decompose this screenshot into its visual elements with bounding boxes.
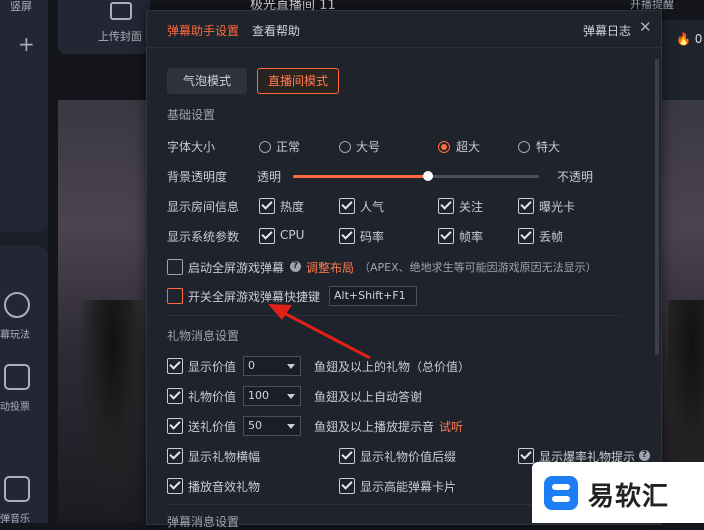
send-value-select[interactable]: 50 — [243, 416, 301, 436]
cpu-label: CPU — [280, 228, 305, 242]
room-info-label: 显示房间信息 — [167, 200, 240, 214]
show-value-label: 显示价值 — [188, 360, 237, 374]
side-item-vote[interactable]: 动投票 — [0, 398, 30, 413]
fullscreen-danmu-label: 启动全屏游戏弹幕 — [188, 261, 285, 275]
font-normal-radio[interactable] — [259, 141, 271, 153]
music-icon[interactable] — [4, 476, 30, 502]
portrait-label[interactable]: 竖屏 — [10, 0, 32, 14]
watermark-logo: 易软汇 — [532, 462, 704, 523]
dialog-header: 弹幕助手设置 查看帮助 弹幕日志 ✕ — [147, 11, 661, 48]
font-normal-label: 正常 — [276, 140, 301, 154]
opacity-min-label: 透明 — [257, 170, 282, 184]
popularity-label: 人气 — [360, 200, 385, 214]
exposure-card-label: 曝光卡 — [539, 200, 576, 214]
danmu-assistant-dialog: 弹幕助手设置 查看帮助 弹幕日志 ✕ 气泡模式 直播间模式 基础设置 字体大小 … — [146, 10, 662, 529]
fullscreen-danmu-checkbox[interactable] — [167, 259, 183, 275]
section-divider — [167, 315, 621, 316]
framerate-label: 帧率 — [459, 230, 484, 244]
heat-checkbox[interactable] — [259, 198, 275, 214]
gift-value-checkbox[interactable] — [167, 388, 183, 404]
gift-banner-label: 显示礼物横幅 — [188, 450, 261, 464]
framerate-checkbox[interactable] — [438, 228, 454, 244]
send-value-selected: 50 — [248, 419, 262, 432]
gift-banner-checkbox[interactable] — [167, 448, 183, 464]
gift-value-suffix: 鱼翅及以上自动答谢 — [314, 390, 423, 404]
high-energy-card-checkbox[interactable] — [339, 478, 355, 494]
font-large-radio[interactable] — [339, 141, 351, 153]
live-room-mode-button[interactable]: 直播间模式 — [257, 68, 339, 94]
hotkey-input[interactable]: Alt+Shift+F1 — [329, 286, 417, 306]
sound-gift-checkbox[interactable] — [167, 478, 183, 494]
basic-settings-title: 基础设置 — [167, 108, 216, 122]
opacity-slider-handle[interactable] — [423, 171, 434, 181]
chevron-down-icon — [287, 424, 295, 429]
bitrate-checkbox[interactable] — [339, 228, 355, 244]
chevron-down-icon — [287, 364, 295, 369]
help-icon[interactable]: ? — [639, 450, 650, 461]
tab-settings[interactable]: 弹幕助手设置 — [167, 22, 239, 39]
danmu-log-link[interactable]: 弹幕日志 — [583, 22, 631, 39]
send-value-suffix: 鱼翅及以上播放提示音 — [314, 420, 435, 434]
exposure-card-checkbox[interactable] — [518, 198, 534, 214]
dropped-frames-checkbox[interactable] — [518, 228, 534, 244]
figure-left — [78, 300, 148, 520]
heat-count: 🔥 0 — [676, 32, 703, 46]
dropped-frames-label: 丢帧 — [539, 230, 564, 244]
bitrate-label: 码率 — [360, 230, 385, 244]
chevron-down-icon — [287, 394, 295, 399]
font-xxlarge-radio[interactable] — [518, 141, 530, 153]
send-value-label: 送礼价值 — [188, 420, 237, 434]
high-energy-card-label: 显示高能弹幕卡片 — [360, 480, 457, 494]
help-icon[interactable]: ? — [290, 261, 301, 272]
gift-settings-title: 礼物消息设置 — [167, 329, 240, 343]
send-value-checkbox[interactable] — [167, 418, 183, 434]
dialog-scrollbar[interactable] — [655, 59, 659, 355]
popularity-checkbox[interactable] — [339, 198, 355, 214]
download-icon[interactable] — [4, 292, 30, 318]
upload-cover-label: 上传封面 — [98, 30, 142, 43]
value-suffix-checkbox[interactable] — [339, 448, 355, 464]
hotkey-label: 开关全屏游戏弹幕快捷键 — [188, 290, 321, 304]
heat-label: 热度 — [280, 200, 305, 214]
sound-gift-label: 播放音效礼物 — [188, 480, 261, 494]
bubble-mode-button[interactable]: 气泡模式 — [167, 68, 247, 94]
follow-checkbox[interactable] — [438, 198, 454, 214]
gift-value-selected: 100 — [248, 389, 269, 402]
watermark-brand-icon — [544, 476, 578, 510]
opacity-max-label: 不透明 — [557, 170, 594, 184]
close-icon[interactable]: ✕ — [639, 18, 652, 36]
gift-value-select[interactable]: 100 — [243, 386, 301, 406]
adjust-layout-link[interactable]: 调整布局 — [306, 259, 354, 276]
opacity-label: 背景透明度 — [167, 170, 228, 184]
tab-help[interactable]: 查看帮助 — [252, 22, 300, 39]
opacity-slider-fill — [293, 175, 429, 178]
font-xlarge-label: 超大 — [456, 140, 481, 154]
watermark-text: 易软汇 — [588, 482, 670, 512]
image-upload-icon — [110, 2, 132, 20]
font-xlarge-radio[interactable] — [438, 141, 450, 153]
show-value-select[interactable]: 0 — [243, 356, 301, 376]
show-value-suffix: 鱼翅及以上的礼物（总价值） — [314, 360, 471, 374]
gift-value-label: 礼物价值 — [188, 390, 237, 404]
font-large-label: 大号 — [356, 140, 381, 154]
show-value-selected: 0 — [248, 359, 255, 372]
fullscreen-note: （APEX、绝地求生等可能因游戏原因无法显示） — [359, 261, 597, 274]
listen-link[interactable]: 试听 — [439, 418, 463, 435]
vote-icon[interactable] — [4, 364, 30, 390]
side-item-gameplay[interactable]: 幕玩法 — [0, 326, 30, 341]
cpu-checkbox[interactable] — [259, 228, 275, 244]
follow-label: 关注 — [459, 200, 484, 214]
burst-gift-checkbox[interactable] — [518, 448, 534, 464]
heat-count-value: 0 — [694, 32, 703, 46]
font-size-label: 字体大小 — [167, 140, 216, 154]
show-value-checkbox[interactable] — [167, 358, 183, 374]
value-suffix-label: 显示礼物价值后缀 — [360, 450, 457, 464]
system-params-label: 显示系统参数 — [167, 230, 240, 244]
upload-cover-card[interactable] — [58, 0, 150, 54]
hotkey-toggle-checkbox[interactable] — [167, 288, 183, 304]
danmu-settings-title: 弹幕消息设置 — [167, 515, 240, 529]
add-icon[interactable]: + — [18, 32, 35, 56]
font-xxlarge-label: 特大 — [536, 140, 561, 154]
